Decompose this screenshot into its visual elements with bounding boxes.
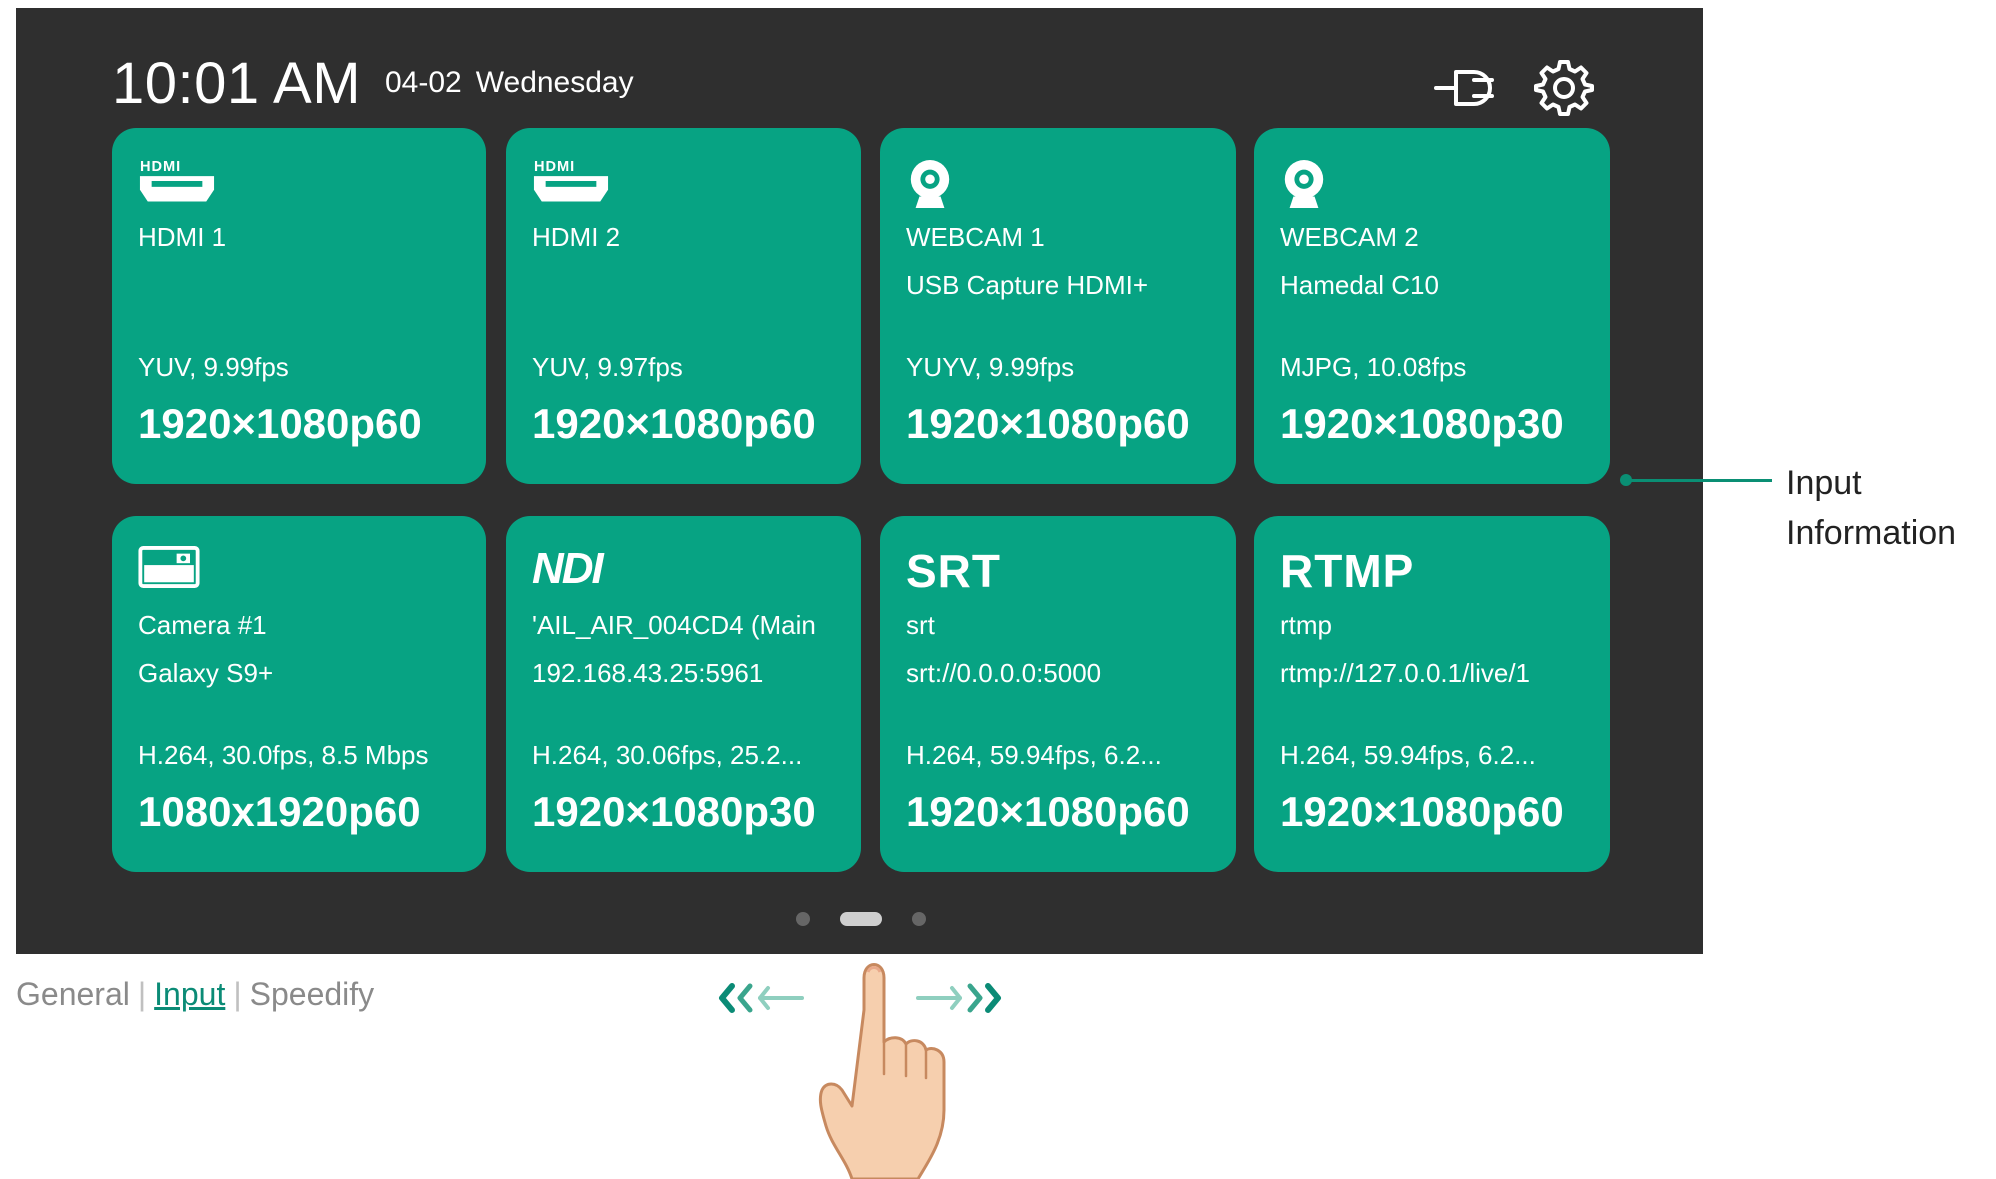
input-device: USB Capture HDMI+ <box>906 270 1149 300</box>
breadcrumb-separator: | <box>233 976 242 1012</box>
input-device: Galaxy S9+ <box>138 658 274 688</box>
page-dot-3[interactable] <box>912 912 926 926</box>
camera-app-icon <box>138 546 200 588</box>
rtmp-icon: RTMP <box>1280 545 1415 597</box>
hdmi-icon: HDMI <box>533 159 609 202</box>
input-card-webcam-1[interactable]: WEBCAM 1 USB Capture HDMI+ YUYV, 9.99fps… <box>880 128 1236 484</box>
input-name: WEBCAM 1 <box>906 222 1045 252</box>
input-device: Hamedal C10 <box>1280 270 1439 300</box>
hdmi-icon: HDMI <box>139 159 215 202</box>
input-name: HDMI 2 <box>532 222 621 252</box>
input-format: H.264, 59.94fps, 6.2... <box>1280 740 1536 770</box>
annotation-leader-line <box>1626 479 1772 482</box>
input-device: srt://0.0.0.0:5000 <box>906 658 1102 688</box>
input-card-webcam-2[interactable]: WEBCAM 2 Hamedal C10 MJPG, 10.08fps 1920… <box>1254 128 1610 484</box>
input-name: HDMI 1 <box>138 222 227 252</box>
input-resolution: 1920×1080p60 <box>138 400 422 447</box>
gear-icon[interactable] <box>1532 58 1596 118</box>
input-format: YUV, 9.99fps <box>138 352 289 382</box>
input-card-srt[interactable]: SRT srt srt://0.0.0.0:5000 H.264, 59.94f… <box>880 516 1236 872</box>
page-dot-1[interactable] <box>796 912 810 926</box>
input-device: rtmp://127.0.0.1/live/1 <box>1280 658 1531 688</box>
input-card-hdmi-2[interactable]: HDMI HDMI 2 YUV, 9.97fps 1920×1080p60 <box>506 128 861 484</box>
webcam-icon <box>910 160 950 209</box>
input-name: WEBCAM 2 <box>1280 222 1419 252</box>
input-format: YUV, 9.97fps <box>532 352 683 382</box>
annotation-line-1: Input <box>1786 464 1862 502</box>
weekday-value: Wednesday <box>475 66 634 99</box>
input-format: H.264, 30.06fps, 25.2... <box>532 740 803 770</box>
input-name: Camera #1 <box>138 610 267 640</box>
breadcrumb-general[interactable]: General <box>16 976 130 1012</box>
svg-text:HDMI: HDMI <box>534 159 575 175</box>
input-resolution: 1920×1080p60 <box>1280 788 1564 835</box>
input-name: rtmp <box>1280 610 1332 640</box>
breadcrumb-input[interactable]: Input <box>154 976 225 1012</box>
input-resolution: 1920×1080p60 <box>906 788 1190 835</box>
input-format: YUYV, 9.99fps <box>906 352 1075 382</box>
breadcrumb-speedify[interactable]: Speedify <box>250 976 375 1012</box>
breadcrumb-separator: | <box>137 976 147 1012</box>
webcam-icon <box>1284 160 1324 209</box>
input-card-ndi[interactable]: NDI 'AIL_AIR_004CD4 (Main 192.168.43.25:… <box>506 516 861 872</box>
hand-pointer-icon <box>818 963 946 1179</box>
device-screen: 10:01 AM 04-02 Wednesday HDMI HDMI 1 YUV,… <box>16 8 1703 954</box>
breadcrumb: General | Input | Speedify <box>16 976 374 1013</box>
input-name: srt <box>906 610 935 640</box>
annotation-line-2: Information <box>1786 514 1957 552</box>
srt-icon: SRT <box>906 545 1001 597</box>
input-resolution: 1920×1080p60 <box>532 400 816 447</box>
input-format: H.264, 59.94fps, 6.2... <box>906 740 1162 770</box>
input-card-camera-1[interactable]: Camera #1 Galaxy S9+ H.264, 30.0fps, 8.5… <box>112 516 486 872</box>
svg-text:HDMI: HDMI <box>140 159 181 175</box>
input-card-hdmi-1[interactable]: HDMI HDMI 1 YUV, 9.99fps 1920×1080p60 <box>112 128 486 484</box>
annotation-label: Input Information <box>1786 458 1956 558</box>
input-resolution: 1920×1080p30 <box>532 788 816 835</box>
page-dot-2-active[interactable] <box>840 912 882 926</box>
clock-time: 10:01 AM <box>112 51 362 116</box>
input-resolution: 1920×1080p30 <box>1280 400 1564 447</box>
input-name: 'AIL_AIR_004CD4 (Main <box>532 610 816 640</box>
ndi-icon: NDI <box>532 544 604 593</box>
input-device: 192.168.43.25:5961 <box>532 658 764 688</box>
input-format: MJPG, 10.08fps <box>1280 352 1467 382</box>
clock-date: 04-02 Wednesday <box>385 66 634 100</box>
date-value: 04-02 <box>385 66 462 99</box>
input-card-rtmp[interactable]: RTMP rtmp rtmp://127.0.0.1/live/1 H.264,… <box>1254 516 1610 872</box>
input-resolution: 1920×1080p60 <box>906 400 1190 447</box>
power-plug-icon[interactable] <box>1434 58 1498 118</box>
input-format: H.264, 30.0fps, 8.5 Mbps <box>138 740 429 770</box>
input-resolution: 1080x1920p60 <box>138 788 421 835</box>
